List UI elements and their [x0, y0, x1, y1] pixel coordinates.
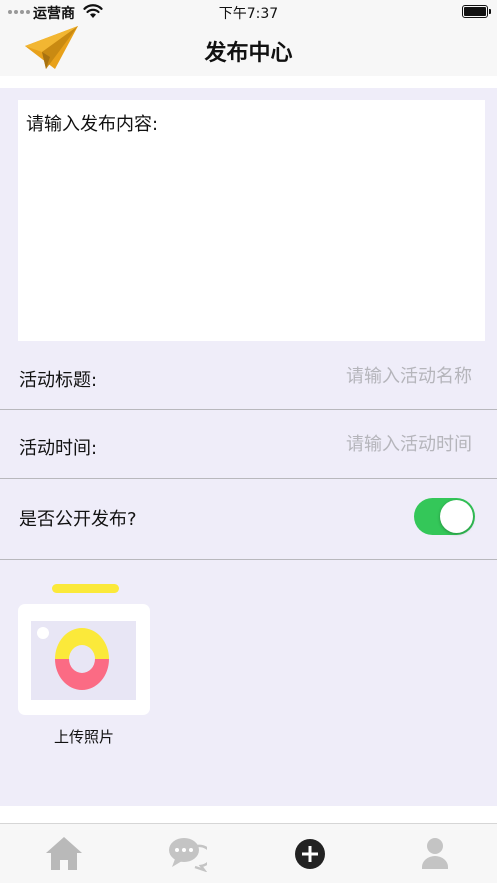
public-publish-label: 是否公开发布? [19, 509, 137, 530]
profile-icon [422, 838, 448, 869]
page-title: 发布中心 [204, 41, 293, 66]
activity-title-input[interactable] [252, 366, 472, 387]
nav-separator [0, 76, 497, 88]
upload-photo-button[interactable]: 上传照片 [18, 584, 150, 754]
public-publish-row: 是否公开发布? [0, 480, 497, 560]
content-textarea[interactable]: 请输入发布内容: [18, 100, 485, 341]
activity-title-label: 活动标题: [19, 370, 98, 391]
home-tab[interactable] [44, 834, 84, 874]
activity-time-input[interactable] [252, 434, 472, 455]
home-icon [46, 837, 82, 870]
publish-form: 请输入发布内容: 活动标题: 活动时间: 是否公开发布? [0, 88, 497, 806]
public-publish-toggle[interactable] [414, 498, 475, 535]
status-bar: 运营商 下午7:37 [0, 0, 497, 24]
tab-bar [0, 823, 497, 883]
chat-icon [169, 838, 207, 872]
upload-photo-label: 上传照片 [53, 728, 114, 746]
toggle-knob [440, 500, 473, 533]
chat-tab[interactable] [167, 834, 207, 874]
add-tab[interactable] [291, 834, 331, 874]
publish-center-screen: 运营商 下午7:37 发布中心 请输入发布内容: 活动标题: 请输入活动名称 活… [0, 0, 497, 883]
battery-icon [462, 5, 491, 18]
activity-time-row: 活动时间: [0, 411, 497, 479]
content-placeholder: 请输入发布内容: [26, 114, 159, 135]
profile-tab[interactable] [415, 834, 455, 874]
navigation-bar: 发布中心 [0, 24, 497, 76]
bottom-spacer [0, 806, 497, 823]
camera-icon [18, 584, 150, 718]
add-icon [295, 839, 325, 869]
activity-time-label: 活动时间: [19, 438, 98, 459]
activity-title-row: 活动标题: [0, 342, 497, 410]
status-time: 下午7:37 [218, 6, 279, 22]
